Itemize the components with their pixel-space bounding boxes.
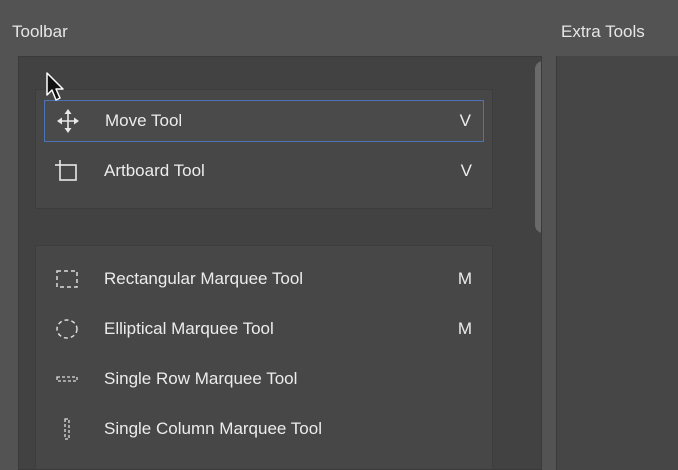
tool-row-single-column-marquee[interactable]: Single Column Marquee Tool [44,408,484,450]
tool-group-move: Move Tool V Artboard Tool V [35,89,493,209]
tool-row-move[interactable]: Move Tool V [44,100,484,142]
move-icon [53,107,83,135]
tool-shortcut: V [459,111,471,130]
tool-label: Rectangular Marquee Tool [104,269,304,288]
single-column-marquee-icon [52,415,82,443]
tool-row-elliptical-marquee[interactable]: Elliptical Marquee Tool M [44,308,484,350]
single-row-marquee-icon [52,365,82,393]
toolbar-list-pane[interactable]: Move Tool V Artboard Tool V Rectangular … [18,56,542,470]
tool-group-marquee: Rectangular Marquee Tool M Elliptical Ma… [35,245,493,469]
scrollbar-thumb[interactable] [535,61,541,233]
tool-label: Elliptical Marquee Tool [104,319,274,338]
elliptical-marquee-icon [52,315,82,343]
extra-tools-list-pane[interactable] [556,56,678,470]
tool-row-rectangular-marquee[interactable]: Rectangular Marquee Tool M [44,258,484,300]
tool-label: Artboard Tool [104,161,205,180]
tool-label: Single Column Marquee Tool [104,419,322,438]
rectangular-marquee-icon [52,265,82,293]
tool-row-artboard[interactable]: Artboard Tool V [44,150,484,192]
toolbar-panel-title: Toolbar [12,22,68,41]
artboard-icon [52,157,82,185]
toolbar-scrollbar[interactable] [535,61,541,465]
tool-shortcut: M [457,269,472,288]
tool-label: Move Tool [105,111,183,130]
tool-row-single-row-marquee[interactable]: Single Row Marquee Tool [44,358,484,400]
tool-label: Single Row Marquee Tool [104,369,298,388]
tool-shortcut: V [460,161,472,180]
tool-shortcut: M [457,319,472,338]
extra-tools-panel-title: Extra Tools [561,22,645,41]
